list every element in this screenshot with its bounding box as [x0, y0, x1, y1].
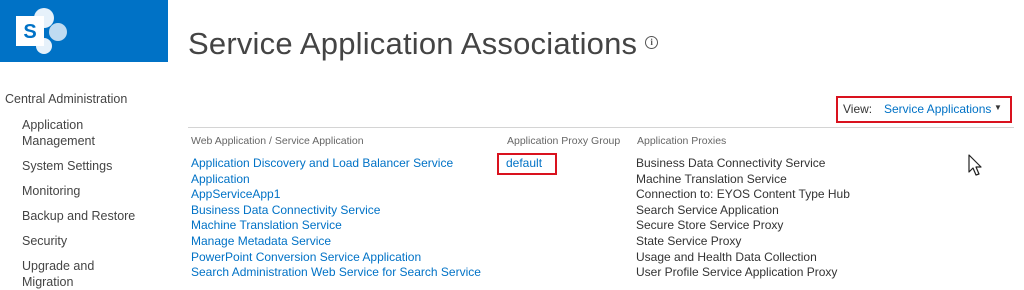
proxy-item: Search Service Application	[636, 202, 779, 217]
mouse-pointer-icon	[968, 154, 982, 176]
info-icon[interactable]: i	[645, 36, 659, 50]
caret-down-icon[interactable]: ▼	[994, 103, 1002, 112]
nav-backup-and-restore[interactable]: Backup and Restore	[22, 208, 142, 224]
app-link-appserviceapp1[interactable]: AppServiceApp1	[191, 187, 280, 203]
column-header-proxy-group: Application Proxy Group	[507, 135, 621, 147]
nav-monitoring[interactable]: Monitoring	[22, 183, 142, 199]
proxy-item: Business Data Connectivity Service	[636, 156, 826, 170]
header-divider	[188, 127, 1014, 128]
proxy-group-default-link[interactable]: default	[506, 156, 542, 172]
view-dropdown-value[interactable]: Service Applications	[884, 102, 991, 116]
proxy-item: State Service Proxy	[636, 234, 742, 248]
proxy-item: Connection to: EYOS Content Type Hub	[636, 187, 850, 202]
nav-upgrade-and-migration[interactable]: Upgrade and Migration	[22, 258, 142, 290]
app-link-discovery-load-balancer-cont[interactable]: Application	[191, 172, 250, 188]
column-header-proxies: Application Proxies	[637, 135, 727, 147]
app-link-search-administration[interactable]: Search Administration Web Service for Se…	[191, 265, 481, 281]
sharepoint-logo-icon: S	[16, 8, 67, 54]
view-label: View:	[843, 102, 873, 116]
proxy-item: Machine Translation Service	[636, 171, 787, 186]
app-link-manage-metadata[interactable]: Manage Metadata Service	[191, 234, 331, 250]
nav-central-administration[interactable]: Central Administration	[5, 92, 127, 106]
view-selector[interactable]: View: Service Applications ▼	[836, 96, 1012, 123]
nav-system-settings[interactable]: System Settings	[22, 158, 142, 174]
app-link-discovery-load-balancer[interactable]: Application Discovery and Load Balancer …	[191, 156, 453, 172]
proxy-item: User Profile Service Application Proxy	[636, 265, 838, 280]
logo-letter: S	[23, 21, 36, 43]
column-header-web-application: Web Application / Service Application	[191, 135, 364, 147]
page-title-text: Service Application Associations	[188, 26, 638, 61]
nav-application-management[interactable]: Application Management	[22, 117, 142, 149]
sharepoint-logo[interactable]: S	[0, 0, 168, 62]
app-link-powerpoint-conversion[interactable]: PowerPoint Conversion Service Applicatio…	[191, 250, 421, 266]
proxy-item: Usage and Health Data Collection	[636, 249, 817, 264]
page-title: Service Application Associations i	[188, 26, 659, 62]
nav-security[interactable]: Security	[22, 233, 142, 249]
proxy-item: Secure Store Service Proxy	[636, 218, 784, 233]
app-link-machine-translation[interactable]: Machine Translation Service	[191, 218, 342, 234]
app-link-business-data-connectivity[interactable]: Business Data Connectivity Service	[191, 203, 380, 219]
